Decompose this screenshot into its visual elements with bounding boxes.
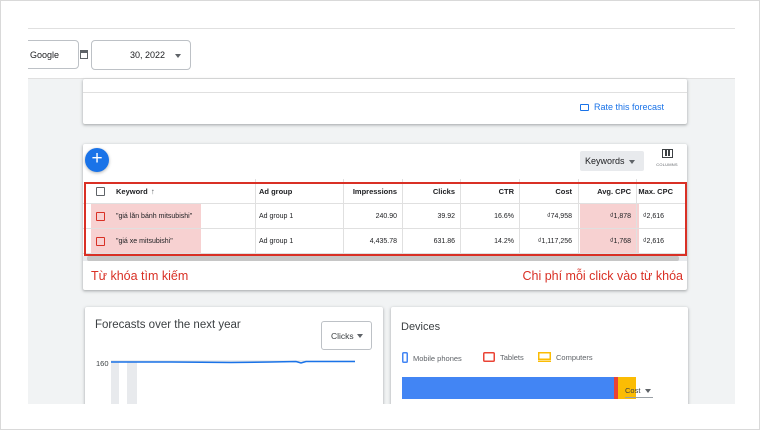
- device-metric-dropdown[interactable]: Cost: [625, 386, 653, 398]
- clicks-cell: 631.86: [433, 238, 455, 245]
- forecasts-card: Forecasts over the next year Clicks 160: [85, 307, 383, 404]
- keywords-table: Keyword ↑ Ad group Impressions Clicks CTR…: [83, 179, 687, 254]
- max-cpc-cell[interactable]: ₫2,616: [643, 204, 664, 229]
- chevron-down-icon: [645, 389, 651, 393]
- date-range-select[interactable]: 30, 2022: [91, 40, 191, 70]
- header-ad-group[interactable]: Ad group: [259, 179, 292, 204]
- keyword-planner-app: Google 30, 2022 Rate this forecast + Key…: [28, 28, 735, 404]
- sort-arrow-icon: ↑: [150, 187, 155, 196]
- row-checkbox[interactable]: [96, 237, 105, 246]
- chart-band: [127, 361, 137, 404]
- chevron-down-icon: [175, 54, 181, 58]
- impressions-cell: 240.90: [375, 213, 397, 220]
- ad-group-cell[interactable]: Ad group 1: [259, 204, 293, 229]
- column-divider: [402, 179, 403, 254]
- device-metric-label: Cost: [625, 386, 641, 395]
- rate-forecast-link[interactable]: Rate this forecast: [579, 102, 664, 112]
- legend-mobile-label: Mobile phones: [413, 354, 462, 363]
- avg-cpc-cell: ₫1,878: [609, 213, 631, 220]
- select-all-checkbox[interactable]: [96, 187, 105, 196]
- forecasts-title: Forecasts over the next year: [95, 319, 241, 331]
- y-axis-tick: 160: [96, 359, 109, 368]
- divider: [83, 92, 687, 93]
- cost-cell: ₫1,117,256: [537, 238, 572, 245]
- column-divider: [636, 179, 637, 254]
- legend-computers[interactable]: Computers: [538, 352, 593, 362]
- header-ctr[interactable]: CTR: [499, 179, 514, 204]
- devices-title: Devices: [401, 321, 441, 333]
- devices-card: Devices Mobile phones Tablets Computers …: [391, 307, 688, 404]
- ctr-cell: 16.6%: [494, 213, 514, 220]
- forecast-summary-card: Rate this forecast: [83, 79, 687, 124]
- horizontal-scrollbar[interactable]: [87, 256, 679, 261]
- header-impressions[interactable]: Impressions: [353, 179, 397, 204]
- impressions-cell: 4,435.78: [369, 238, 397, 245]
- annotation-cpc-label: Chi phí mỗi click vào từ khóa: [522, 269, 683, 283]
- table-row[interactable]: "giá lăn bánh mitsubishi" Ad group 1 240…: [83, 204, 687, 229]
- metric-dropdown-label: Clicks: [331, 331, 354, 341]
- legend-computers-label: Computers: [556, 353, 593, 362]
- legend-mobile[interactable]: Mobile phones: [402, 352, 462, 363]
- row-checkbox[interactable]: [96, 212, 105, 221]
- column-divider: [578, 179, 579, 254]
- header-clicks[interactable]: Clicks: [433, 179, 455, 204]
- ad-group-cell[interactable]: Ad group 1: [259, 229, 293, 254]
- legend-tablets[interactable]: Tablets: [483, 352, 524, 362]
- bar-mobile: [402, 377, 614, 399]
- header-keyword[interactable]: Keyword ↑: [116, 179, 155, 204]
- column-divider: [255, 179, 256, 254]
- chevron-down-icon: [629, 160, 635, 164]
- calendar-icon[interactable]: [80, 50, 88, 59]
- forecast-line-chart: [111, 360, 355, 404]
- column-divider: [343, 179, 344, 254]
- column-divider: [460, 179, 461, 254]
- date-range-value: 30, 2022: [130, 50, 166, 60]
- metric-dropdown[interactable]: Clicks: [321, 321, 372, 350]
- columns-icon: [661, 149, 673, 158]
- header-max-cpc[interactable]: Max. CPC: [638, 179, 673, 204]
- add-keyword-button[interactable]: +: [85, 148, 109, 172]
- keywords-dropdown-label: Keywords: [585, 156, 625, 166]
- keywords-dropdown[interactable]: Keywords: [580, 151, 644, 171]
- phone-icon: [402, 352, 408, 363]
- column-divider: [519, 179, 520, 254]
- chart-band: [111, 361, 119, 404]
- top-toolbar: Google 30, 2022: [28, 29, 735, 79]
- chevron-down-icon: [357, 334, 363, 338]
- screenshot-frame: Google 30, 2022 Rate this forecast + Key…: [0, 0, 760, 430]
- header-avg-cpc[interactable]: Avg. CPC: [597, 179, 631, 204]
- clicks-cell: 39.92: [437, 213, 455, 220]
- keywords-card: + Keywords COLUMNS Keyword ↑ Ad group Imp…: [83, 144, 687, 290]
- table-header-row: Keyword ↑ Ad group Impressions Clicks CTR…: [83, 179, 687, 204]
- keyword-cell: "giá lăn bánh mitsubishi": [116, 213, 193, 220]
- rate-forecast-label: Rate this forecast: [593, 102, 664, 112]
- keyword-cell: "giá xe mitsubishi": [116, 238, 173, 245]
- columns-button[interactable]: COLUMNS: [655, 149, 679, 175]
- legend-tablets-label: Tablets: [500, 353, 524, 362]
- feedback-icon: [579, 104, 589, 111]
- columns-label: COLUMNS: [656, 162, 678, 167]
- avg-cpc-cell: ₫1,768: [609, 238, 631, 245]
- forecast-line: [111, 360, 355, 364]
- table-row[interactable]: "giá xe mitsubishi" Ad group 1 4,435.78 …: [83, 229, 687, 254]
- tablet-icon: [483, 352, 495, 362]
- ctr-cell: 14.2%: [494, 238, 514, 245]
- cost-cell: ₫74,958: [546, 213, 572, 220]
- header-cost[interactable]: Cost: [555, 179, 572, 204]
- max-cpc-cell[interactable]: ₫2,616: [643, 229, 664, 254]
- network-select[interactable]: Google: [28, 40, 79, 69]
- computer-icon: [538, 352, 551, 362]
- annotation-keyword-label: Từ khóa tìm kiếm: [91, 269, 189, 283]
